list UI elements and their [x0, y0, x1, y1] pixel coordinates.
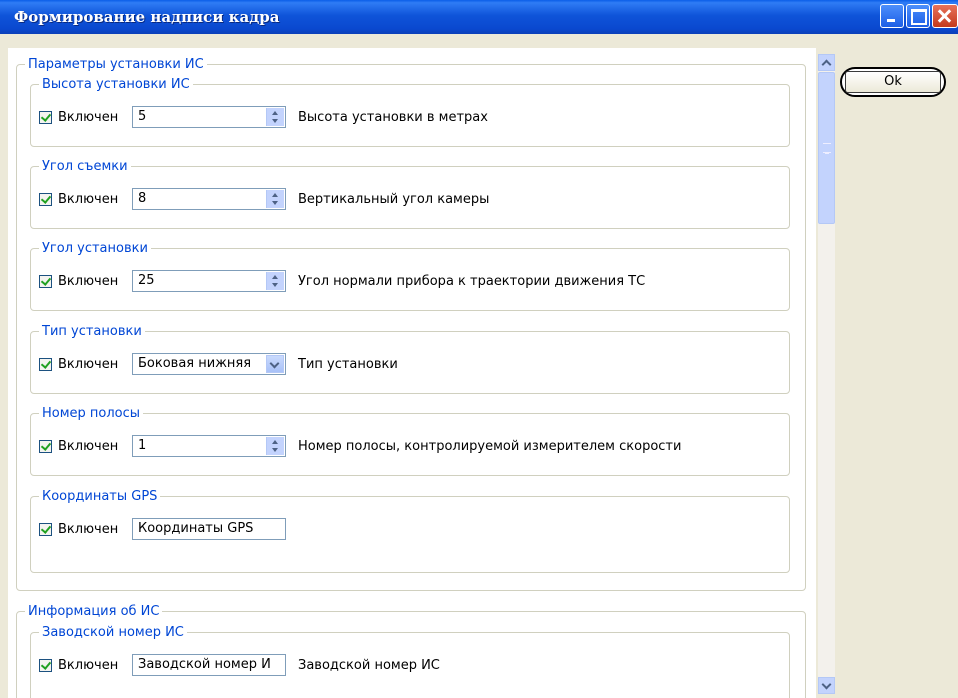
enabled-checkbox[interactable] [39, 658, 52, 672]
scroll-up-icon[interactable] [818, 54, 835, 71]
scroll-thumb[interactable] [818, 72, 835, 224]
settings-panel: Параметры установки ИС Высота установки … [8, 48, 816, 698]
section-lane-number: Номер полосы Включен 1 Номер полосы, кон… [30, 406, 790, 476]
section-install-height: Высота установки ИС Включен 5 Высота уст… [30, 77, 790, 147]
install-type-select[interactable]: Боковая нижняя [132, 353, 286, 375]
vertical-scrollbar[interactable] [818, 54, 835, 694]
enabled-label: Включен [58, 521, 119, 537]
install-angle-value: 25 [138, 273, 155, 288]
spinner-arrows-icon[interactable] [266, 272, 284, 290]
window-title: Формирование надписи кадра [14, 8, 280, 26]
enabled-label: Включен [58, 109, 119, 125]
shooting-angle-description: Вертикальный угол камеры [298, 191, 490, 207]
title-bar: Формирование надписи кадра [0, 0, 958, 35]
group-install-params-title: Параметры установки ИС [28, 57, 204, 72]
install-height-description: Высота установки в метрах [298, 109, 488, 125]
section-shooting-angle: Угол съемки Включен 8 Вертикальный угол … [30, 159, 790, 229]
section-install-type: Тип установки Включен Боковая нижняя Тип… [30, 324, 790, 394]
section-title: Заводской номер ИС [42, 625, 184, 640]
shooting-angle-input[interactable]: 8 [132, 188, 286, 210]
section-title: Высота установки ИС [42, 77, 190, 92]
lane-number-input[interactable]: 1 [132, 435, 286, 457]
section-title: Угол установки [42, 241, 148, 256]
install-height-value: 5 [138, 109, 147, 124]
group-device-info-title: Информация об ИС [28, 604, 160, 619]
section-title: Координаты GPS [42, 489, 158, 504]
section-title: Угол съемки [42, 159, 128, 174]
enabled-checkbox[interactable] [39, 522, 52, 536]
minimize-button[interactable] [880, 4, 904, 28]
serial-number-input[interactable]: Заводской номер И [132, 654, 286, 676]
section-gps: Координаты GPS Включен Координаты GPS [30, 489, 790, 573]
section-serial-number: Заводской номер ИС Включен Заводской ном… [30, 625, 790, 698]
enabled-checkbox[interactable] [39, 439, 52, 453]
enabled-label: Включен [58, 438, 119, 454]
serial-number-value: Заводской номер И [138, 657, 271, 672]
dialog-client-area: Параметры установки ИС Высота установки … [0, 34, 958, 698]
install-angle-input[interactable]: 25 [132, 270, 286, 292]
maximize-button[interactable] [906, 4, 930, 28]
enabled-label: Включен [58, 273, 119, 289]
enabled-checkbox[interactable] [39, 357, 52, 371]
ok-button[interactable]: Ok [840, 67, 946, 97]
section-title: Тип установки [42, 324, 142, 339]
lane-number-value: 1 [138, 438, 147, 453]
enabled-label: Включен [58, 657, 119, 673]
install-height-input[interactable]: 5 [132, 106, 286, 128]
enabled-label: Включен [58, 356, 119, 372]
section-install-angle: Угол установки Включен 25 Угол нормали п… [30, 241, 790, 311]
install-type-description: Тип установки [298, 356, 398, 372]
install-angle-description: Угол нормали прибора к траектории движен… [298, 273, 646, 289]
serial-number-description: Заводской номер ИС [298, 657, 440, 673]
enabled-checkbox[interactable] [39, 192, 52, 206]
enabled-checkbox[interactable] [39, 274, 52, 288]
spinner-arrows-icon[interactable] [266, 437, 284, 455]
close-button[interactable] [932, 4, 958, 28]
spinner-arrows-icon[interactable] [266, 108, 284, 126]
gps-input[interactable]: Координаты GPS [132, 518, 286, 540]
enabled-label: Включен [58, 191, 119, 207]
ok-button-label: Ok [845, 71, 941, 93]
scroll-down-icon[interactable] [818, 677, 835, 694]
spinner-arrows-icon[interactable] [266, 190, 284, 208]
section-title: Номер полосы [42, 406, 141, 421]
install-type-value: Боковая нижняя [138, 356, 252, 371]
gps-value: Координаты GPS [138, 521, 254, 536]
chevron-down-icon[interactable] [266, 355, 284, 373]
shooting-angle-value: 8 [138, 191, 147, 206]
lane-number-description: Номер полосы, контролируемой измерителем… [298, 438, 682, 454]
enabled-checkbox[interactable] [39, 110, 52, 124]
